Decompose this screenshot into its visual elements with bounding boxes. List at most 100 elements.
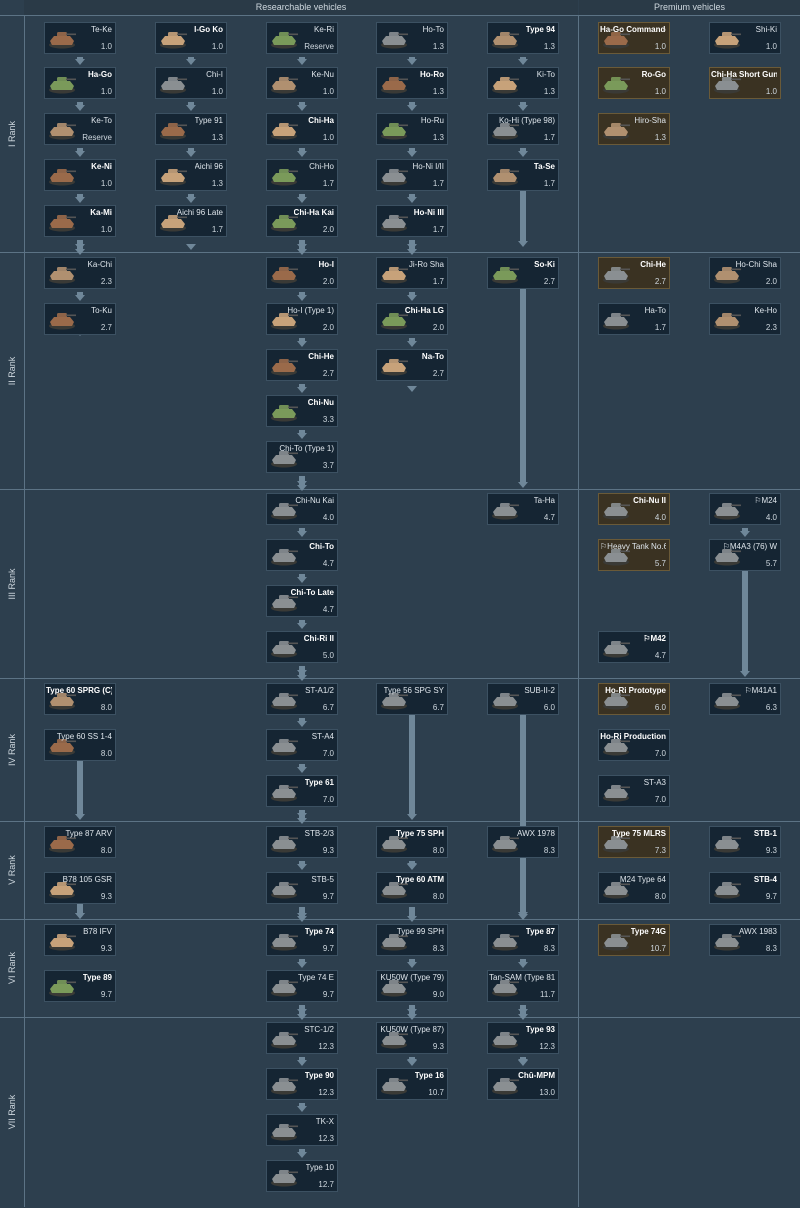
vehicle-card-chihe_p[interactable]: Chi-He 2.7 <box>598 257 670 289</box>
vehicle-card-hoi[interactable]: Ho-I 2.0 <box>266 257 338 289</box>
vehicle-card-tansam[interactable]: Tan-SAM (Type 81) 11.7 <box>487 970 559 1002</box>
vehicle-card-teke[interactable]: Te-Ke 1.0 <box>44 22 116 54</box>
vehicle-card-type91[interactable]: Type 91 1.3 <box>155 113 227 145</box>
vehicle-card-soki[interactable]: So-Ki 2.7 <box>487 257 559 289</box>
vehicle-card-t56[interactable]: Type 56 SPG SY 6.7 <box>376 683 448 715</box>
vehicle-card-chinu[interactable]: Chi-Nu 3.3 <box>266 395 338 427</box>
vehicle-card-hago[interactable]: Ha-Go 1.0 <box>44 67 116 99</box>
vehicle-card-aichi96l[interactable]: Aichi 96 Late 1.7 <box>155 205 227 237</box>
vehicle-card-hochisha[interactable]: Ho-Chi Sha 2.0 <box>709 257 781 289</box>
vehicle-card-awx1983[interactable]: AWX 1983 8.3 <box>709 924 781 956</box>
vehicle-card-chinukai[interactable]: Chi-Nu Kai 4.0 <box>266 493 338 525</box>
vehicle-card-tkx[interactable]: TK-X 12.3 <box>266 1114 338 1146</box>
vehicle-card-chito[interactable]: Chi-To 4.7 <box>266 539 338 571</box>
vehicle-card-chito1[interactable]: Chi-To (Type 1) 3.7 <box>266 441 338 473</box>
vehicle-card-t74g[interactable]: Type 74G 10.7 <box>598 924 670 956</box>
tree-arrow-head <box>75 197 85 203</box>
tank-icon <box>271 641 298 658</box>
vehicle-card-m41a1[interactable]: ⚐M41A1 6.3 <box>709 683 781 715</box>
vehicle-card-sta3[interactable]: ST-A3 7.0 <box>598 775 670 807</box>
vehicle-card-chimpm[interactable]: Chū-MPM 13.0 <box>487 1068 559 1100</box>
vehicle-card-t93[interactable]: Type 93 12.3 <box>487 1022 559 1054</box>
battle-rating: 4.7 <box>322 559 334 568</box>
vehicle-card-sta12[interactable]: ST-A1/2 6.7 <box>266 683 338 715</box>
vehicle-card-m24[interactable]: ⚐M24 4.0 <box>709 493 781 525</box>
vehicle-card-kachi[interactable]: Ka-Chi 2.3 <box>44 257 116 289</box>
vehicle-card-t60ss[interactable]: Type 60 SS 1-4 8.0 <box>44 729 116 761</box>
vehicle-card-t74[interactable]: Type 74 9.7 <box>266 924 338 956</box>
vehicle-card-chiho[interactable]: Chi-Ho 1.7 <box>266 159 338 191</box>
vehicle-card-keho[interactable]: Ke-Ho 2.3 <box>709 303 781 335</box>
vehicle-card-chihalg[interactable]: Chi-Ha LG 2.0 <box>376 303 448 335</box>
vehicle-card-ku87[interactable]: KU50W (Type 87) 9.3 <box>376 1022 448 1054</box>
vehicle-card-t74e[interactable]: Type 74 E 9.7 <box>266 970 338 1002</box>
battle-rating: 1.7 <box>432 179 444 188</box>
vehicle-card-kohi[interactable]: Ko-Hi (Type 98) 1.7 <box>487 113 559 145</box>
vehicle-card-stb5[interactable]: STB-5 9.7 <box>266 872 338 904</box>
vehicle-card-nato[interactable]: Na-To 2.7 <box>376 349 448 381</box>
vehicle-card-sta4[interactable]: ST-A4 7.0 <box>266 729 338 761</box>
vehicle-card-chiri2[interactable]: Chi-Ri II 5.0 <box>266 631 338 663</box>
vehicle-card-horo[interactable]: Ho-Ro 1.3 <box>376 67 448 99</box>
vehicle-card-hoi1[interactable]: Ho-I (Type 1) 2.0 <box>266 303 338 335</box>
vehicle-card-t16[interactable]: Type 16 10.7 <box>376 1068 448 1100</box>
vehicle-card-stb1[interactable]: STB-1 9.3 <box>709 826 781 858</box>
vehicle-card-sub2[interactable]: SUB-II-2 6.0 <box>487 683 559 715</box>
vehicle-card-keto[interactable]: Ke-To Reserve <box>44 113 116 145</box>
vehicle-card-t90[interactable]: Type 90 12.3 <box>266 1068 338 1100</box>
vehicle-card-t99[interactable]: Type 99 SPH 8.3 <box>376 924 448 956</box>
vehicle-card-keri[interactable]: Ke-Ri Reserve <box>266 22 338 54</box>
vehicle-card-toku[interactable]: To-Ku 2.7 <box>44 303 116 335</box>
vehicle-card-stb4[interactable]: STB-4 9.7 <box>709 872 781 904</box>
vehicle-card-kito[interactable]: Ki-To 1.3 <box>487 67 559 99</box>
vehicle-card-chinu2[interactable]: Chi-Nu II 4.0 <box>598 493 670 525</box>
vehicle-card-kenu[interactable]: Ke-Nu 1.0 <box>266 67 338 99</box>
vehicle-card-hirosha[interactable]: Hiro-Sha 1.3 <box>598 113 670 145</box>
vehicle-card-t60sprg[interactable]: Type 60 SPRG (C) 8.0 <box>44 683 116 715</box>
vehicle-card-hago_cmd[interactable]: Ha-Go Commande 1.0 <box>598 22 670 54</box>
vehicle-card-t89[interactable]: Type 89 9.7 <box>44 970 116 1002</box>
vehicle-card-keni[interactable]: Ke-Ni 1.0 <box>44 159 116 191</box>
vehicle-card-horiproto[interactable]: Ho-Ri Prototype 6.0 <box>598 683 670 715</box>
vehicle-card-horu[interactable]: Ho-Ru 1.3 <box>376 113 448 145</box>
tank-icon <box>271 77 298 94</box>
vehicle-card-chii[interactable]: Chi-I 1.0 <box>155 67 227 99</box>
vehicle-card-shiki[interactable]: Shi-Ki 1.0 <box>709 22 781 54</box>
vehicle-card-chiha_sg[interactable]: Chi-Ha Short Gun 1.0 <box>709 67 781 99</box>
vehicle-card-t75sph[interactable]: Type 75 SPH 8.0 <box>376 826 448 858</box>
vehicle-card-aichi96[interactable]: Aichi 96 1.3 <box>155 159 227 191</box>
vehicle-card-t10[interactable]: Type 10 12.7 <box>266 1160 338 1192</box>
vehicle-card-tase[interactable]: Ta-Se 1.7 <box>487 159 559 191</box>
vehicle-card-ku79[interactable]: KU50W (Type 79) 9.0 <box>376 970 448 1002</box>
tree-arrow-shaft <box>77 761 83 814</box>
vehicle-card-m4a3[interactable]: ⚐M4A3 (76) W 5.7 <box>709 539 781 571</box>
vehicle-card-stb23[interactable]: STB-2/3 9.3 <box>266 826 338 858</box>
vehicle-card-rogo[interactable]: Ro-Go 1.0 <box>598 67 670 99</box>
vehicle-card-hoto[interactable]: Ho-To 1.3 <box>376 22 448 54</box>
vehicle-card-kami[interactable]: Ka-Mi 1.0 <box>44 205 116 237</box>
vehicle-card-b78gsr[interactable]: B78 105 GSR 9.3 <box>44 872 116 904</box>
vehicle-card-igoko[interactable]: I-Go Ko 1.0 <box>155 22 227 54</box>
vehicle-card-taha[interactable]: Ta-Ha 4.7 <box>487 493 559 525</box>
vehicle-card-t61[interactable]: Type 61 7.0 <box>266 775 338 807</box>
vehicle-card-chiha[interactable]: Chi-Ha 1.0 <box>266 113 338 145</box>
vehicle-card-type94[interactable]: Type 94 1.3 <box>487 22 559 54</box>
vehicle-card-heavy6[interactable]: ⚐Heavy Tank No.6 5.7 <box>598 539 670 571</box>
vehicle-card-hato[interactable]: Ha-To 1.7 <box>598 303 670 335</box>
vehicle-card-chihe[interactable]: Chi-He 2.7 <box>266 349 338 381</box>
vehicle-card-m24t64[interactable]: M24 Type 64 8.0 <box>598 872 670 904</box>
vehicle-card-stc12[interactable]: STC-1/2 12.3 <box>266 1022 338 1054</box>
vehicle-card-t87arv[interactable]: Type 87 ARV 8.0 <box>44 826 116 858</box>
vehicle-card-awx1978[interactable]: AWX 1978 8.3 <box>487 826 559 858</box>
vehicle-card-t60atm[interactable]: Type 60 ATM 8.0 <box>376 872 448 904</box>
vehicle-card-horiprod[interactable]: Ho-Ri Production 7.0 <box>598 729 670 761</box>
vehicle-card-b78ifv[interactable]: B78 IFV 9.3 <box>44 924 116 956</box>
vehicle-card-chitol[interactable]: Chi-To Late 4.7 <box>266 585 338 617</box>
vehicle-card-chihakai[interactable]: Chi-Ha Kai 2.0 <box>266 205 338 237</box>
vehicle-card-t87[interactable]: Type 87 8.3 <box>487 924 559 956</box>
vehicle-card-t75mlrs[interactable]: Type 75 MLRS 7.3 <box>598 826 670 858</box>
vehicle-card-honi1[interactable]: Ho-Ni I/II 1.7 <box>376 159 448 191</box>
vehicle-card-jirosha[interactable]: Ji-Ro Sha 1.7 <box>376 257 448 289</box>
vehicle-card-m42[interactable]: ⚐M42 4.7 <box>598 631 670 663</box>
vehicle-card-honi3[interactable]: Ho-Ni III 1.7 <box>376 205 448 237</box>
